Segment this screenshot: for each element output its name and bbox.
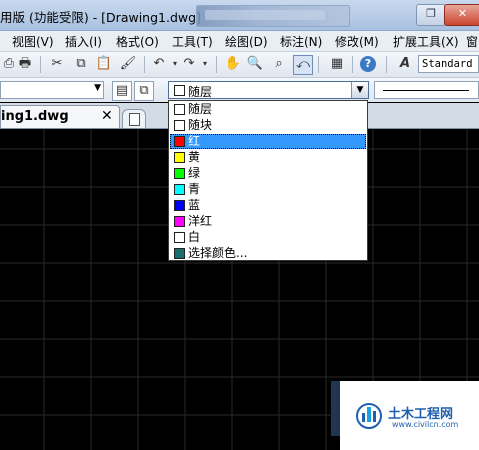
color-swatch [174,104,185,115]
color-swatch [174,168,185,179]
color-option-label: 红 [188,134,201,148]
menu-format[interactable]: 格式(O) [116,33,159,50]
color-option-green[interactable]: 绿 [170,166,366,181]
color-swatch [174,85,185,96]
menu-tools[interactable]: 工具(T) [172,33,213,50]
color-option-byblock[interactable]: 随块 [170,118,366,133]
color-option-bylayer[interactable]: 随层 [170,102,366,117]
color-option-label: 绿 [188,166,201,180]
menu-bar: 视图(V) 插入(I) 格式(O) 工具(T) 绘图(D) 标注(N) 修改(M… [0,31,479,52]
color-swatch [174,120,185,131]
color-option-cyan[interactable]: 青 [170,182,366,197]
watermark: 土木工程网 www.civilcn.com [340,381,479,450]
color-swatch [174,216,185,227]
new-document-icon [129,113,140,126]
color-swatch [174,200,185,211]
standard-toolbar: ⎙ 🖶 ✂ ⧉ 📋 🖌 ↶ ▾ ↷ ▾ ✋ 🔍 ⌕ ⤺ ▦ ? A Standa… [0,52,479,78]
text-style-select[interactable]: Standard [418,55,479,73]
paste-icon[interactable]: 📋 [95,55,113,73]
color-swatch [174,232,185,243]
zoom-previous-icon[interactable]: ⤺ [293,55,313,75]
color-option-label: 白 [188,230,201,244]
blurred-title-region [196,5,350,27]
menu-dimension[interactable]: 标注(N) [280,33,322,50]
zoom-realtime-icon[interactable]: 🔍 [246,55,264,73]
zoom-window-icon[interactable]: ⌕ [270,55,288,73]
restore-button[interactable]: ❐ [416,4,446,26]
layer-manager-icon[interactable]: ⧉ [134,81,154,101]
color-option-magenta[interactable]: 洋红 [170,214,366,229]
color-option-label: 青 [188,182,201,196]
layer-state-icon[interactable]: ▤ [112,81,132,101]
color-dropdown-list: 随层随块红黄绿青蓝洋红白选择颜色... [168,100,368,261]
watermark-url: www.civilcn.com [392,420,459,429]
watermark-logo [356,403,382,429]
cut-icon[interactable]: ✂ [48,55,66,73]
pan-icon[interactable]: ✋ [224,55,242,73]
window-title: 用版 (功能受限) - [Drawing1.dwg] [0,10,201,25]
watermark-strip [331,381,340,436]
color-option-label: 随层 [188,102,213,116]
menu-modify[interactable]: 修改(M) [335,33,379,50]
color-value: 随层 [188,85,213,99]
color-select[interactable]: 随层 ▼ [168,81,369,99]
color-swatch [174,248,185,259]
color-option-label: 洋红 [188,214,213,228]
text-style-icon[interactable]: A [396,55,414,73]
properties-toolbar: ▼ ▤ ⧉ 随层 ▼ [0,78,479,102]
menu-window[interactable]: 窗 [466,33,478,50]
menu-extensions[interactable]: 扩展工具(X) [393,33,459,50]
chevron-down-icon[interactable]: ▼ [351,82,368,98]
menu-draw[interactable]: 绘图(D) [225,33,268,50]
layer-select[interactable]: ▼ [0,81,104,99]
color-option-yellow[interactable]: 黄 [170,150,366,165]
color-swatch [174,136,185,147]
copy-icon[interactable]: ⧉ [72,55,90,73]
color-option-red[interactable]: 红 [170,134,366,149]
menu-view[interactable]: 视图(V) [12,33,54,50]
menu-insert[interactable]: 插入(I) [65,33,102,50]
redo-dropdown-icon[interactable]: ▾ [196,55,214,73]
chevron-down-icon: ▼ [94,83,101,93]
color-option-label: 选择颜色... [188,246,248,260]
color-swatch [174,152,185,163]
document-tab-label: ing1.dwg [1,109,69,124]
help-icon[interactable]: ? [360,56,376,72]
close-icon[interactable]: ✕ [101,108,113,124]
color-swatch [174,184,185,195]
linetype-preview [383,90,469,91]
close-button[interactable]: ✕ [444,4,479,26]
calculator-icon[interactable]: ▦ [328,55,346,73]
new-document-tab[interactable] [122,109,146,128]
plot-preview-icon[interactable]: 🖶 [16,55,34,73]
color-option-select-color[interactable]: 选择颜色... [170,246,366,261]
color-option-label: 黄 [188,150,201,164]
title-bar: 用版 (功能受限) - [Drawing1.dwg] ❐ ✕ [0,0,479,31]
color-option-blue[interactable]: 蓝 [170,198,366,213]
document-tab[interactable]: ing1.dwg ✕ [0,105,120,128]
match-properties-icon[interactable]: 🖌 [119,55,137,73]
color-option-label: 蓝 [188,198,201,212]
linetype-select[interactable] [374,81,479,99]
color-option-label: 随块 [188,118,213,132]
color-option-white[interactable]: 白 [170,230,366,245]
